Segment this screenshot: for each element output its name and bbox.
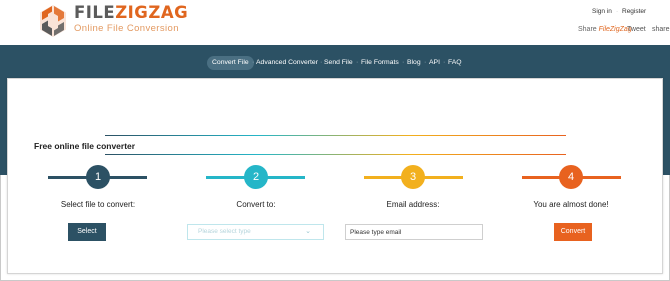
filezigzag-logo-icon[interactable] bbox=[38, 4, 68, 38]
nav-api[interactable]: API bbox=[429, 56, 440, 70]
site-header: FILEZIGZAG Online File Conversion Sign i… bbox=[0, 0, 670, 45]
tweet-button[interactable]: Tweet bbox=[627, 26, 646, 33]
nav-convert-file[interactable]: Convert File bbox=[207, 56, 254, 70]
signin-link[interactable]: Sign in bbox=[592, 8, 612, 15]
page-title: Free online file converter bbox=[34, 141, 136, 151]
nav-file-formats[interactable]: File Formats bbox=[361, 56, 399, 70]
convert-button[interactable]: Convert bbox=[554, 223, 592, 241]
nav-separator: · bbox=[402, 59, 405, 66]
nav-separator: · bbox=[443, 59, 446, 66]
nav-send-file[interactable]: Send File bbox=[324, 56, 353, 70]
brand-name: FILEZIGZAG bbox=[74, 3, 189, 22]
main-nav: Convert File · Advanced Converter · Send… bbox=[0, 56, 670, 70]
top-link-separator: · bbox=[616, 8, 619, 15]
share-text: Share FileZigZag bbox=[578, 26, 632, 33]
step-4-badge: 4 bbox=[559, 165, 583, 189]
email-field[interactable] bbox=[345, 224, 483, 240]
nav-separator: · bbox=[356, 59, 359, 66]
decorative-gradient-line bbox=[105, 154, 566, 156]
nav-faq[interactable]: FAQ bbox=[448, 56, 462, 70]
step-3-badge: 3 bbox=[401, 165, 425, 189]
share-button[interactable]: share bbox=[652, 26, 670, 33]
format-select[interactable]: Please select type ⌄ bbox=[187, 224, 324, 240]
step-1-badge: 1 bbox=[86, 165, 110, 189]
chevron-down-icon: ⌄ bbox=[305, 228, 311, 235]
step-1-label: Select file to convert: bbox=[60, 200, 136, 209]
decorative-gradient-line bbox=[105, 135, 566, 137]
nav-separator: · bbox=[424, 59, 427, 66]
step-4-label: You are almost done! bbox=[533, 200, 609, 209]
nav-blog[interactable]: Blog bbox=[407, 56, 421, 70]
nav-separator: · bbox=[252, 59, 255, 66]
step-2-label: Convert to: bbox=[236, 200, 276, 209]
nav-separator: · bbox=[320, 59, 323, 66]
register-link[interactable]: Register bbox=[622, 8, 646, 15]
step-3-label: Email address: bbox=[386, 200, 440, 209]
brand[interactable]: FILEZIGZAG Online File Conversion bbox=[74, 3, 189, 34]
format-select-value: Please select type bbox=[198, 228, 251, 235]
select-file-button[interactable]: Select bbox=[68, 223, 106, 241]
nav-advanced-converter[interactable]: Advanced Converter bbox=[256, 56, 318, 70]
step-2-badge: 2 bbox=[244, 165, 268, 189]
brand-tagline: Online File Conversion bbox=[74, 23, 179, 34]
